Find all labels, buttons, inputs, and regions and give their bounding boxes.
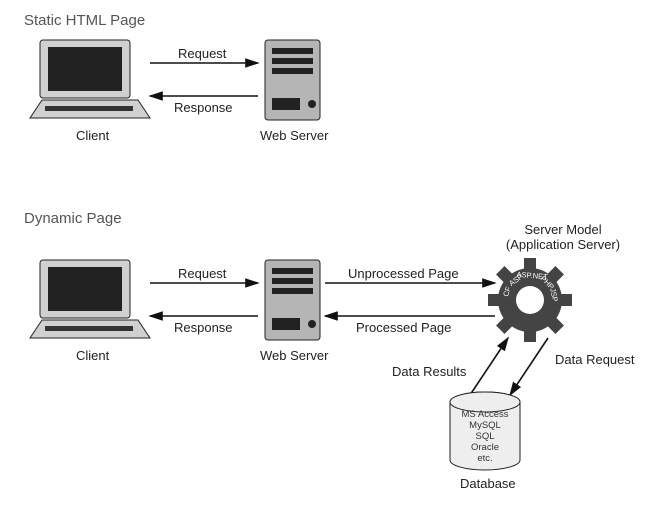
background-svg: CF ASP ASP.NET PHP JSP — [0, 0, 650, 506]
arrow-request-static: Request — [178, 46, 226, 61]
webserver-label-dynamic: Web Server — [260, 348, 328, 363]
db-engine-4: etc. — [450, 454, 520, 465]
arrow-response-dynamic: Response — [174, 320, 233, 335]
arrow-unprocessed: Unprocessed Page — [348, 266, 459, 281]
server-model-line1: Server Model — [498, 222, 628, 237]
static-title: Static HTML Page — [24, 12, 145, 29]
client-icon-static — [30, 40, 150, 118]
webserver-icon-static — [265, 40, 320, 120]
arrow-processed: Processed Page — [356, 320, 451, 335]
dynamic-title: Dynamic Page — [24, 210, 122, 227]
gear-icon: CF ASP ASP.NET PHP JSP — [488, 258, 572, 342]
arrow-data-request: Data Request — [555, 352, 635, 367]
arrow-data-results: Data Results — [392, 364, 466, 379]
diagram-root: CF ASP ASP.NET PHP JSP Static HTML Page … — [0, 0, 650, 506]
server-model-line2: (Application Server) — [498, 237, 628, 252]
client-label-static: Client — [76, 128, 109, 143]
webserver-label-static: Web Server — [260, 128, 328, 143]
server-model-label: Server Model (Application Server) — [498, 222, 628, 252]
arrow-request-dynamic: Request — [178, 266, 226, 281]
db-engines-list: MS Access MySQL SQL Oracle etc. — [450, 410, 520, 465]
client-label-dynamic: Client — [76, 348, 109, 363]
database-label: Database — [460, 476, 516, 491]
webserver-icon-dynamic — [265, 260, 320, 340]
client-icon-dynamic — [30, 260, 150, 338]
arrow-response-static: Response — [174, 100, 233, 115]
